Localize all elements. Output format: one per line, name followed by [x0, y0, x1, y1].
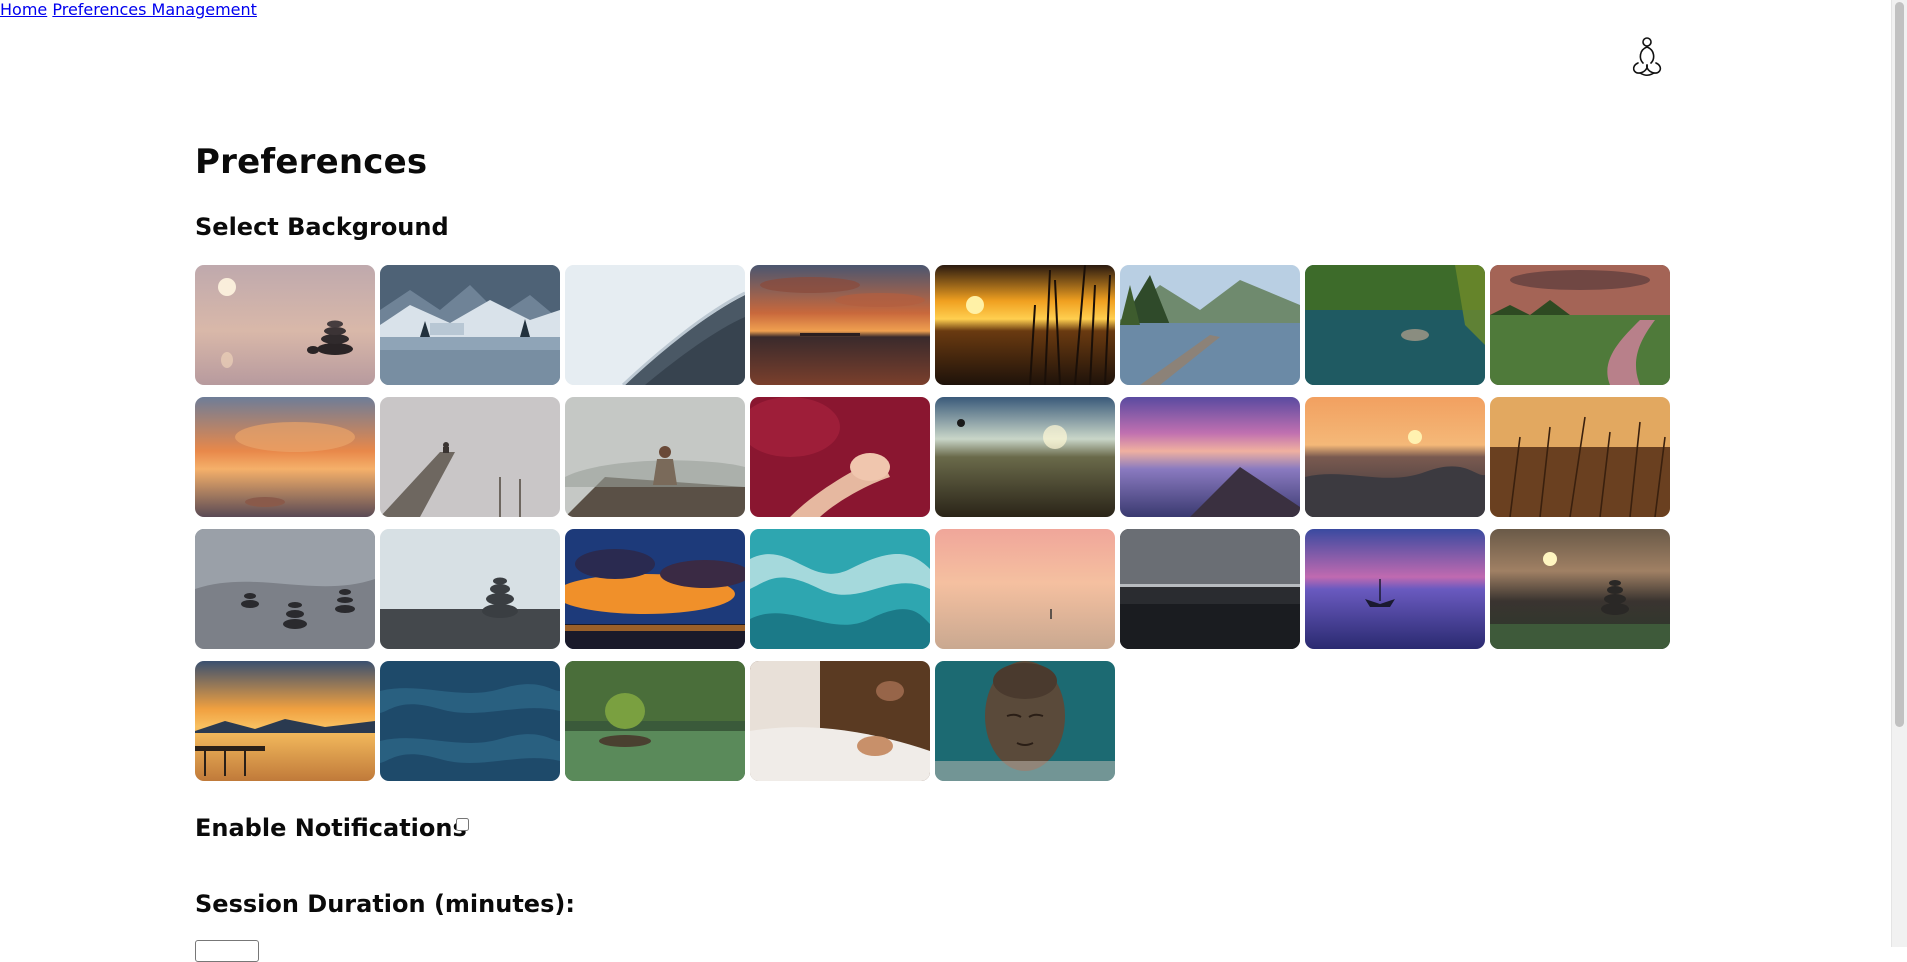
background-thumb-hands-red-robe-meditation[interactable]: [750, 397, 930, 517]
enable-notifications-checkbox[interactable]: [456, 818, 469, 831]
select-background-heading: Select Background: [195, 213, 449, 241]
top-nav: Home Preferences Management: [0, 0, 1907, 19]
background-thumb-golden-grass-sunlight[interactable]: [1490, 397, 1670, 517]
background-thumb-peach-sky-paddleboarder[interactable]: [935, 529, 1115, 649]
background-thumb-sunset-pier-mountains[interactable]: [195, 661, 375, 781]
background-thumb-alpine-lake-wooden-pier[interactable]: [1120, 265, 1300, 385]
background-thumb-meditation-mudra-hands[interactable]: [750, 661, 930, 781]
page-title: Preferences: [195, 142, 428, 182]
background-thumb-stacked-stones-rock[interactable]: [195, 529, 375, 649]
background-thumb-pebble-cairn-fog[interactable]: [380, 529, 560, 649]
background-thumb-bronze-buddha-face[interactable]: [935, 661, 1115, 781]
background-thumb-turquoise-ocean-waves[interactable]: [750, 529, 930, 649]
session-duration-label: Session Duration (minutes):: [195, 890, 575, 918]
background-thumb-dramatic-blue-orange-sky[interactable]: [565, 529, 745, 649]
nav-home-link[interactable]: Home: [0, 0, 47, 19]
background-thumb-violet-lake-boat[interactable]: [1305, 529, 1485, 649]
background-thumb-orange-cloud-sunset-lake[interactable]: [750, 265, 930, 385]
background-image-grid: [195, 265, 1670, 781]
background-thumb-forest-lake-island-tree[interactable]: [565, 661, 745, 781]
session-duration-input[interactable]: [195, 940, 259, 962]
background-thumb-river-meadow-dusk[interactable]: [1490, 265, 1670, 385]
background-thumb-dark-cloudy-lake[interactable]: [1120, 529, 1300, 649]
background-thumb-foggy-pier-meditating-person[interactable]: [380, 397, 560, 517]
background-thumb-deep-blue-sea-waves[interactable]: [380, 661, 560, 781]
background-thumb-wheat-field-hot-air-balloon[interactable]: [935, 397, 1115, 517]
page-scrollbar[interactable]: [1891, 0, 1907, 947]
background-thumb-sun-stone-cairn-bokeh[interactable]: [1490, 529, 1670, 649]
scrollbar-thumb[interactable]: [1895, 2, 1904, 727]
background-thumb-purple-sky-above-clouds[interactable]: [1120, 397, 1300, 517]
background-thumb-golden-cloud-sunset-sea[interactable]: [195, 397, 375, 517]
meditation-logo-icon[interactable]: [1629, 36, 1665, 78]
background-thumb-green-lake-forest-rock[interactable]: [1305, 265, 1485, 385]
background-thumb-sunset-ocean-wave[interactable]: [1305, 397, 1485, 517]
enable-notifications-label: Enable Notifications: [195, 814, 467, 842]
background-thumb-stone-cairn-misty-sunrise[interactable]: [195, 265, 375, 385]
background-thumb-frozen-ice-water-edge[interactable]: [565, 265, 745, 385]
background-thumb-woman-meditating-misty-rock[interactable]: [565, 397, 745, 517]
nav-preferences-management-link[interactable]: Preferences Management: [52, 0, 257, 19]
background-thumb-snowy-mountain-lake-cabin[interactable]: [380, 265, 560, 385]
background-thumb-reeds-sunset-silhouette[interactable]: [935, 265, 1115, 385]
